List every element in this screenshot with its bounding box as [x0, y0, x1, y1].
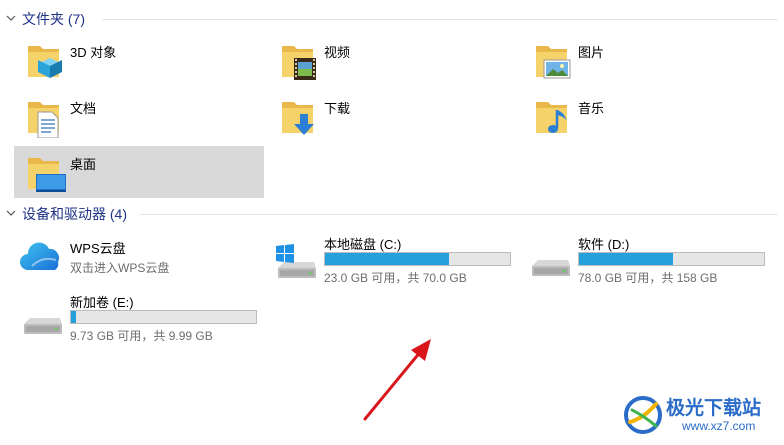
watermark: 极光下载站 www.xz7.com: [622, 392, 782, 444]
folder-music[interactable]: 音乐: [522, 90, 772, 142]
drive-e-name: 新加卷 (E:): [70, 295, 134, 310]
devices-group-header[interactable]: 设备和驱动器 (4): [0, 203, 784, 225]
watermark-logo-icon: [624, 396, 662, 434]
desktop-folder-icon: [28, 158, 66, 192]
documents-folder-icon: [28, 102, 59, 138]
watermark-text: 极光下载站: [666, 398, 762, 419]
drive-e-usage-bar: [70, 310, 257, 324]
videos-folder-icon: [282, 46, 316, 80]
music-folder-icon: [536, 102, 567, 133]
windows-drive-icon: [276, 244, 316, 278]
folder-label: 视频: [324, 45, 351, 60]
folder-pictures[interactable]: 图片: [522, 34, 772, 86]
folder-label: 文档: [70, 101, 97, 116]
downloads-folder-icon: [282, 102, 314, 135]
folder-label: 3D 对象: [70, 45, 117, 60]
folder-label: 下载: [324, 101, 351, 116]
folders-group-header[interactable]: 文件夹 (7): [0, 8, 784, 30]
folders-group-title: 文件夹 (7): [22, 11, 85, 27]
folder-videos[interactable]: 视频: [268, 34, 518, 86]
drive-usage-fill: [71, 311, 76, 323]
folder-3d-objects[interactable]: 3D 对象: [14, 34, 264, 86]
folder-label: 图片: [578, 45, 605, 60]
drive-d[interactable]: 软件 (D:) 78.0 GB 可用，共 158 GB: [522, 232, 772, 286]
wps-cloud-drive[interactable]: WPS云盘 双击进入WPS云盘: [14, 236, 264, 290]
drive-c[interactable]: 本地磁盘 (C:) 23.0 GB 可用，共 70.0 GB: [268, 232, 518, 286]
drive-d-free-space: 78.0 GB 可用，共 158 GB: [578, 271, 718, 285]
drive-c-free-space: 23.0 GB 可用，共 70.0 GB: [324, 271, 467, 285]
folder-downloads[interactable]: 下载: [268, 90, 518, 142]
wps-cloud-name: WPS云盘: [70, 241, 126, 256]
group-divider: [102, 19, 778, 20]
drive-c-name: 本地磁盘 (C:): [324, 237, 402, 252]
chevron-down-icon[interactable]: [6, 208, 16, 218]
drive-usage-fill: [325, 253, 450, 265]
folder-documents[interactable]: 文档: [14, 90, 264, 142]
folder-label: 桌面: [70, 157, 97, 172]
drive-usage-fill: [579, 253, 673, 265]
group-divider: [140, 214, 778, 215]
drive-d-usage-bar: [578, 252, 765, 266]
3d-objects-folder-icon: [28, 46, 62, 78]
devices-group-title: 设备和驱动器 (4): [22, 206, 127, 222]
wps-cloud-subtitle: 双击进入WPS云盘: [70, 261, 170, 275]
hard-drive-icon: [532, 260, 570, 276]
drive-e-free-space: 9.73 GB 可用，共 9.99 GB: [70, 329, 213, 343]
folder-desktop[interactable]: 桌面: [14, 146, 264, 198]
drive-d-name: 软件 (D:): [578, 237, 630, 252]
drive-c-usage-bar: [324, 252, 511, 266]
watermark-url: www.xz7.com: [682, 419, 756, 433]
annotation-arrow: [363, 339, 431, 421]
wps-cloud-icon: [20, 242, 59, 270]
hard-drive-icon: [24, 318, 62, 334]
chevron-down-icon[interactable]: [6, 13, 16, 23]
folder-label: 音乐: [578, 101, 605, 116]
pictures-folder-icon: [536, 46, 571, 79]
drive-e[interactable]: 新加卷 (E:) 9.73 GB 可用，共 9.99 GB: [14, 290, 264, 344]
